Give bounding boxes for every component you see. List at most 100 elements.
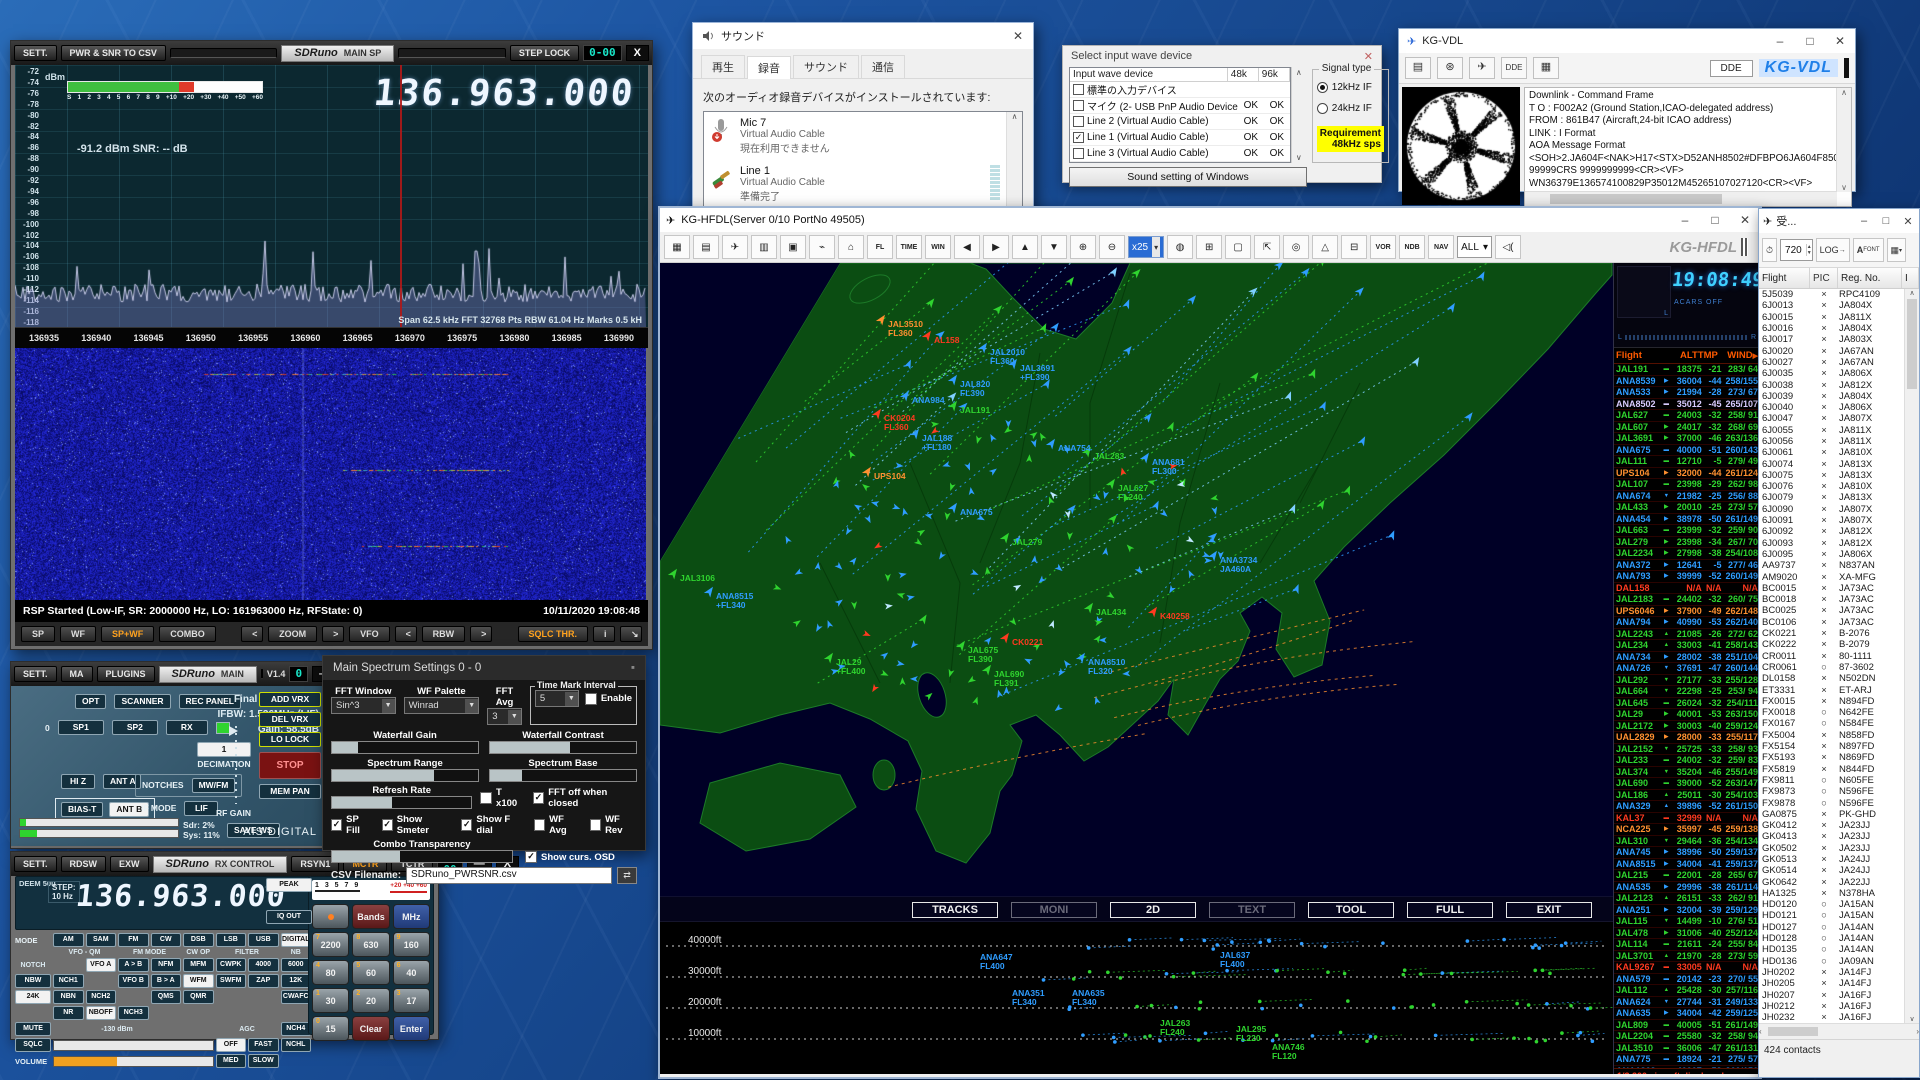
rx-nch1[interactable]: NCH1	[53, 974, 84, 988]
tab-通信[interactable]: 通信	[861, 55, 905, 78]
device-checkbox[interactable]	[1073, 116, 1084, 127]
maximize-icon[interactable]: □	[1795, 29, 1825, 53]
rx-nch2[interactable]: NCH2	[86, 990, 117, 1004]
flight-row[interactable]: ANA624▼27744-31249/133	[1614, 997, 1760, 1009]
flight-row[interactable]: UAL2829▶28000-33255/117	[1614, 732, 1760, 744]
checkbox-wf-rev[interactable]: WF Rev	[590, 814, 637, 836]
map-button-exit[interactable]: EXIT	[1506, 902, 1592, 918]
key-2200[interactable]: 22007	[312, 932, 349, 957]
contact-row[interactable]: HD0127○JA14AN	[1759, 922, 1919, 933]
flight-row[interactable]: ANA1863▶40007-52260/156	[1614, 1066, 1760, 1069]
contact-row[interactable]: 6J0075×JA813X	[1759, 470, 1919, 481]
message-area[interactable]: Downlink - Command FrameT O : F002A2 (Gr…	[1524, 87, 1852, 207]
rx-mfm[interactable]: MFM	[183, 958, 214, 972]
key-60[interactable]: 605	[352, 960, 389, 985]
flight-row[interactable]: UPS104▶32000-44261/124	[1614, 468, 1760, 480]
flight-row[interactable]: UPS6046▶37900-49262/148	[1614, 606, 1760, 618]
scrollbar[interactable]: ∧∨	[1291, 67, 1306, 163]
sp1-button[interactable]: SP1	[58, 720, 104, 735]
zoom-out-icon[interactable]: ⊖	[1099, 235, 1125, 259]
contacts-col-2[interactable]: Reg. No.	[1838, 268, 1902, 288]
rx-nfm[interactable]: NFM	[151, 958, 182, 972]
ma-button[interactable]: MA	[61, 666, 93, 682]
device-checkbox[interactable]	[1073, 84, 1084, 95]
flight-row[interactable]: JAL627▬24003-32258/ 91	[1614, 410, 1760, 422]
contact-row[interactable]: 6J0013×JA804X	[1759, 300, 1919, 311]
nav-icon[interactable]: NAV	[1428, 235, 1454, 259]
close-icon[interactable]: ▪	[631, 662, 635, 674]
contact-row[interactable]: 6J0039×JA804X	[1759, 391, 1919, 402]
contact-row[interactable]: 6J0027×JA67AN	[1759, 357, 1919, 368]
flight-row[interactable]: JAL663▬23999-32259/ 90	[1614, 525, 1760, 537]
rx-wfm[interactable]: WFM	[183, 974, 214, 988]
flight-row[interactable]: JAL433▶20010-25273/ 57	[1614, 502, 1760, 514]
report-icon[interactable]: ▥	[751, 235, 777, 259]
flight-row[interactable]: ANA734▶28002-38251/104	[1614, 652, 1760, 664]
contact-row[interactable]: JH0232×JA16FJ	[1759, 1012, 1919, 1023]
palette-icon[interactable]: ▦▾	[1887, 238, 1907, 262]
rx-ba[interactable]: B > A	[151, 974, 182, 988]
flight-row[interactable]: JAL310▼29464-36254/134	[1614, 836, 1760, 848]
frequency-display[interactable]: 136.963.000	[74, 879, 287, 914]
tab-再生[interactable]: 再生	[701, 55, 745, 78]
contact-row[interactable]: DL0158×N502DN	[1759, 673, 1919, 684]
mem-pan-button[interactable]: MEM PAN	[259, 784, 321, 799]
tune-cursor[interactable]	[400, 65, 402, 327]
rbw-label[interactable]: RBW	[422, 626, 466, 642]
rx-nboff[interactable]: NBOFF	[86, 1006, 117, 1020]
resize-button[interactable]: ↘	[620, 626, 642, 642]
contact-row[interactable]: CR0061○87-3602	[1759, 662, 1919, 673]
dde-icon[interactable]: DDE	[1501, 57, 1527, 79]
contact-row[interactable]: FX5004×N858FD	[1759, 730, 1919, 741]
rx-4000[interactable]: 4000	[248, 958, 279, 972]
flight-row[interactable]: JAL645▬26024-32254/111	[1614, 698, 1760, 710]
slider-waterfall-contrast[interactable]	[489, 741, 637, 754]
pwr-snr-csv-button[interactable]: PWR & SNR TO CSV	[61, 45, 166, 61]
rx-vfob[interactable]: VFO B	[118, 974, 149, 988]
rx-cwpk[interactable]: CWPK	[216, 958, 247, 972]
zoom-level-select[interactable]: x25▾	[1128, 236, 1164, 258]
slider-spectrum-range[interactable]	[331, 769, 479, 782]
sett-button[interactable]: SETT.	[14, 666, 57, 682]
checkbox-show-smeter[interactable]: ✓Show Smeter	[382, 814, 453, 836]
vfo-button[interactable]: VFO	[349, 626, 390, 642]
flight-row[interactable]: JAL2183▬24402-32260/ 75	[1614, 594, 1760, 606]
hiz-button[interactable]: HI Z	[61, 774, 95, 789]
contact-row[interactable]: BC0018×JA73AC	[1759, 594, 1919, 605]
flight-row[interactable]: JAL809▬40005-51261/149	[1614, 1020, 1760, 1032]
mode-cw[interactable]: CW	[151, 933, 182, 947]
mode-usb[interactable]: USB	[248, 933, 279, 947]
expand-icon[interactable]: ⇱	[1254, 235, 1280, 259]
flight-row[interactable]: JAL186▲25011-30254/103	[1614, 790, 1760, 802]
spinner-arrows[interactable]: ▲▼	[1806, 244, 1812, 256]
agc-slow[interactable]: SLOW	[248, 1054, 279, 1068]
flight-row[interactable]: ANA579▬20142-23270/ 55	[1614, 974, 1760, 986]
column-header[interactable]: 48k	[1228, 68, 1259, 81]
spectrum-display[interactable]: -72-74-76-78-80-82-84-86-88-90-92-94-96-…	[15, 65, 648, 327]
map-button-tracks[interactable]: TRACKS	[912, 902, 998, 918]
flight-row[interactable]: DAL158N/AN/AN/A	[1614, 583, 1760, 595]
checkbox-sp-fill[interactable]: ✓SP Fill	[331, 814, 373, 836]
contact-row[interactable]: FX0018○N642FE	[1759, 707, 1919, 718]
maximize-icon[interactable]: □	[1700, 208, 1730, 232]
ndb-icon[interactable]: NDB	[1399, 235, 1425, 259]
key-630[interactable]: 6308	[352, 932, 389, 957]
contact-row[interactable]: FX9873○N596FE	[1759, 786, 1919, 797]
zoom-label[interactable]: ZOOM	[268, 626, 317, 642]
aircraft-db-icon[interactable]: ✈	[722, 235, 748, 259]
contact-row[interactable]: GK0513×JA24JJ	[1759, 854, 1919, 865]
rx-nch3[interactable]: NCH3	[118, 1006, 149, 1020]
flight-table-header[interactable]: FlightALTTMPWIND▶	[1614, 348, 1760, 364]
flight-row[interactable]: JAL114▬21611-24255/ 84	[1614, 939, 1760, 951]
opt-button[interactable]: OPT	[75, 694, 106, 709]
contact-row[interactable]: HD0128○JA14AN	[1759, 933, 1919, 944]
flight-row[interactable]: ANA535▶29996-38261/114	[1614, 882, 1760, 894]
flight-row[interactable]: ANA726▼37691-47260/144	[1614, 663, 1760, 675]
contact-row[interactable]: GK0514×JA24JJ	[1759, 865, 1919, 876]
contact-row[interactable]: CK0221×B-2076	[1759, 628, 1919, 639]
close-icon[interactable]: ✕	[1003, 24, 1033, 48]
contact-row[interactable]: GK0502×JA23JJ	[1759, 843, 1919, 854]
contact-row[interactable]: FX0015×N894FD	[1759, 696, 1919, 707]
contact-row[interactable]: JH0207×JA16FJ	[1759, 989, 1919, 1000]
contact-row[interactable]: 6J0056×JA811X	[1759, 436, 1919, 447]
